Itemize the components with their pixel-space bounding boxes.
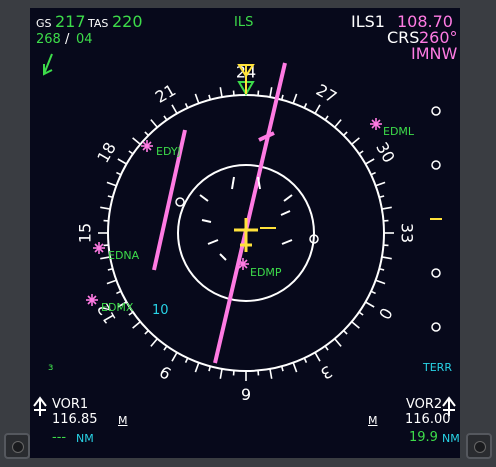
compass-tick bbox=[324, 115, 329, 121]
nd-mode-label: ILS bbox=[234, 15, 254, 30]
compass-label: 0 bbox=[375, 304, 397, 322]
compass-tick bbox=[292, 362, 298, 373]
compass-tick bbox=[334, 119, 342, 128]
compass-tick bbox=[144, 330, 149, 335]
compass-tick bbox=[314, 104, 321, 114]
compass-tick bbox=[128, 150, 134, 155]
compass-tick bbox=[100, 206, 111, 210]
compass-tick bbox=[358, 150, 364, 155]
compass-tick bbox=[269, 87, 273, 98]
waypoint-label: EDML bbox=[383, 125, 415, 138]
compass-tick bbox=[184, 103, 189, 109]
waypoint-label: EDNA bbox=[108, 249, 140, 262]
wind-direction: 268 bbox=[36, 32, 61, 47]
compass-tick bbox=[132, 321, 141, 329]
compass-tick bbox=[116, 290, 122, 295]
compass-label: 15 bbox=[76, 223, 95, 243]
terrain-label: TERR bbox=[423, 361, 452, 374]
left-edge-marker: з bbox=[48, 362, 53, 373]
compass-label: 18 bbox=[93, 139, 120, 166]
compass-tick bbox=[150, 338, 158, 347]
compass-label: 33 bbox=[398, 223, 417, 243]
compass-tick bbox=[116, 171, 122, 176]
gs-value: 217 bbox=[55, 12, 86, 31]
compass-tick bbox=[365, 158, 375, 165]
localizer-course-line bbox=[213, 62, 287, 364]
compass-tick bbox=[292, 93, 298, 104]
compass-tick bbox=[375, 181, 386, 187]
nd-graphics: 24273033036912151821 з bbox=[33, 53, 456, 416]
compass-tick bbox=[163, 345, 168, 351]
waypoint-label: EDMX bbox=[101, 301, 134, 314]
compass-tick bbox=[324, 345, 329, 351]
compass-tick bbox=[370, 290, 376, 295]
gs-label: GS bbox=[36, 17, 52, 30]
compass-tick bbox=[381, 206, 392, 210]
compass-tick bbox=[343, 330, 348, 335]
vor1-frequency: 116.85 bbox=[52, 412, 98, 427]
ils-ident: IMNW bbox=[411, 44, 458, 63]
vor1-distance-unit: NM bbox=[76, 432, 94, 445]
compass-tick bbox=[314, 352, 321, 362]
compass-label: 6 bbox=[241, 385, 251, 404]
compass-tick bbox=[334, 338, 342, 347]
compass-tick bbox=[171, 352, 178, 362]
compass-tick bbox=[106, 279, 117, 285]
vor2-distance-unit: NM bbox=[442, 432, 460, 445]
navigation-display: 24 27 30 33 0 3 6 9 12 15 18 21 з GS 217… bbox=[30, 8, 460, 458]
ils-source: ILS1 bbox=[351, 12, 385, 31]
compass-tick bbox=[144, 131, 149, 136]
compass-tick bbox=[219, 87, 223, 98]
compass-label: 21 bbox=[152, 80, 179, 107]
vor1-distance: --- bbox=[52, 430, 67, 445]
bezel-bolt bbox=[466, 433, 492, 459]
compass-tick bbox=[163, 115, 168, 121]
range-label: 10 bbox=[152, 303, 169, 318]
compass-label: 30 bbox=[372, 139, 399, 166]
wind-speed: 04 bbox=[76, 32, 93, 47]
compass-tick bbox=[106, 181, 117, 187]
vor2-label: VOR2 bbox=[406, 397, 443, 412]
compass-tick bbox=[303, 357, 308, 363]
compass-tick bbox=[351, 137, 360, 145]
bezel-bolt bbox=[4, 433, 30, 459]
compass-tick bbox=[358, 311, 364, 316]
tas-value: 220 bbox=[112, 12, 143, 31]
deviation-dot bbox=[175, 197, 185, 207]
tas-label: TAS bbox=[88, 17, 109, 30]
compass-tick bbox=[375, 279, 386, 285]
compass-tick bbox=[117, 158, 127, 165]
compass-tick bbox=[150, 119, 158, 128]
compass-tick bbox=[381, 256, 392, 260]
compass-tick bbox=[219, 368, 223, 379]
vor1-label: VOR1 bbox=[52, 397, 89, 412]
vor1-pointer-icon bbox=[33, 396, 47, 416]
aircraft-symbol bbox=[234, 218, 258, 252]
compass-tick bbox=[351, 321, 360, 329]
compass-tick bbox=[343, 131, 348, 136]
compass-label: 3 bbox=[317, 362, 335, 384]
compass-tick bbox=[194, 93, 200, 104]
compass-label: 27 bbox=[313, 80, 340, 107]
compass-tick bbox=[194, 362, 200, 373]
vor2-mag-indicator: M bbox=[368, 414, 378, 427]
compass-tick bbox=[370, 171, 376, 176]
vor2-distance: 19.9 bbox=[409, 430, 438, 445]
compass-tick bbox=[303, 103, 308, 109]
compass-tick bbox=[184, 357, 189, 363]
waypoint-label: EDYJ bbox=[156, 145, 181, 158]
compass-label: 9 bbox=[156, 362, 174, 384]
vor1-mag-indicator: M bbox=[118, 414, 128, 427]
vor2-frequency: 116.00 bbox=[405, 412, 451, 427]
compass-tick bbox=[171, 104, 178, 114]
waypoint-label: EDMP bbox=[250, 266, 282, 279]
compass-tick bbox=[269, 368, 273, 379]
compass-tick bbox=[365, 301, 375, 308]
compass-tick bbox=[132, 137, 141, 145]
wind-separator: / bbox=[65, 32, 70, 47]
